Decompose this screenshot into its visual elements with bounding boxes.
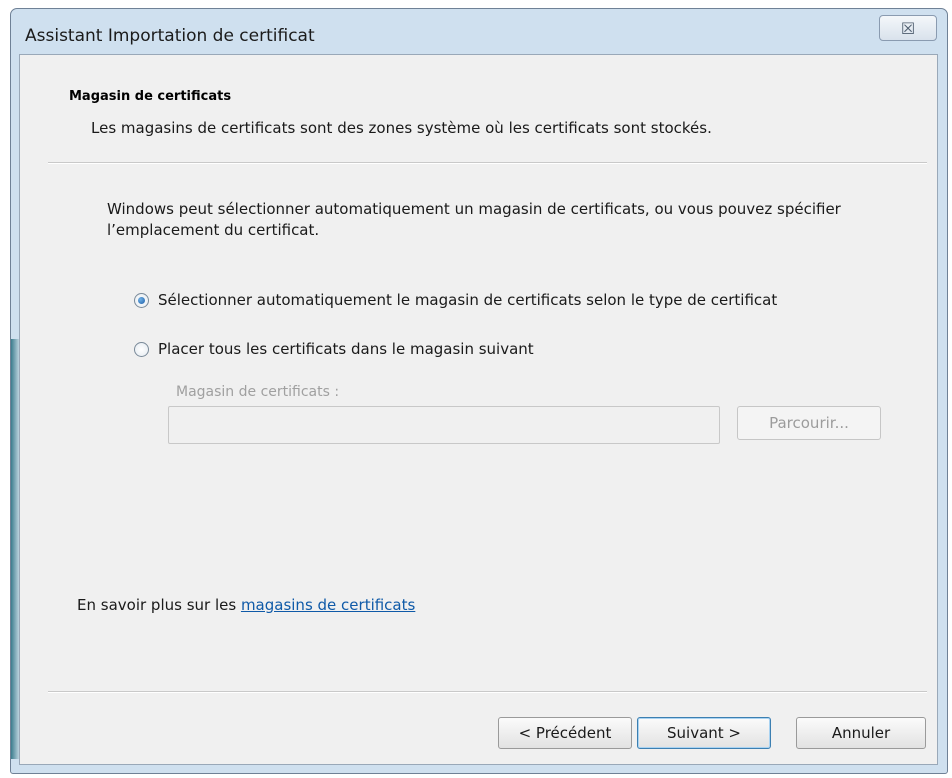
- learn-more-link[interactable]: magasins de certificats: [241, 596, 415, 614]
- radio-place-in-store[interactable]: Placer tous les certificats dans le maga…: [134, 340, 534, 358]
- radio-auto-select-label[interactable]: Sélectionner automatiquement le magasin …: [158, 291, 777, 309]
- intro-text: Windows peut sélectionner automatiquemen…: [107, 200, 841, 239]
- page-description: Les magasins de certificats sont des zon…: [91, 119, 712, 137]
- store-field-label: Magasin de certificats :: [176, 384, 340, 400]
- header-divider: [48, 162, 927, 164]
- radio-place-in-store-label[interactable]: Placer tous les certificats dans le maga…: [158, 340, 534, 358]
- close-button[interactable]: ☒: [879, 15, 937, 41]
- learn-more-text: En savoir plus sur les magasins de certi…: [77, 596, 415, 614]
- wizard-page: Magasin de certificats Les magasins de c…: [19, 54, 938, 765]
- cancel-button[interactable]: Annuler: [796, 717, 926, 749]
- window-title: Assistant Importation de certificat: [25, 26, 315, 46]
- back-button[interactable]: < Précédent: [498, 717, 632, 749]
- footer-divider: [48, 691, 927, 693]
- radio-auto-select[interactable]: Sélectionner automatiquement le magasin …: [134, 291, 777, 309]
- next-button[interactable]: Suivant >: [637, 717, 771, 749]
- store-input[interactable]: [168, 406, 720, 444]
- learn-more-prefix: En savoir plus sur les: [77, 596, 241, 614]
- radio-button-checked[interactable]: [134, 292, 149, 308]
- page-title: Magasin de certificats: [69, 89, 232, 104]
- browse-button[interactable]: Parcourir...: [737, 406, 881, 440]
- wizard-window: Assistant Importation de certificat ☒ Ma…: [10, 8, 948, 774]
- radio-button-unchecked[interactable]: [134, 341, 149, 357]
- title-bar[interactable]: Assistant Importation de certificat ☒: [11, 9, 947, 53]
- close-icon: ☒: [900, 18, 916, 38]
